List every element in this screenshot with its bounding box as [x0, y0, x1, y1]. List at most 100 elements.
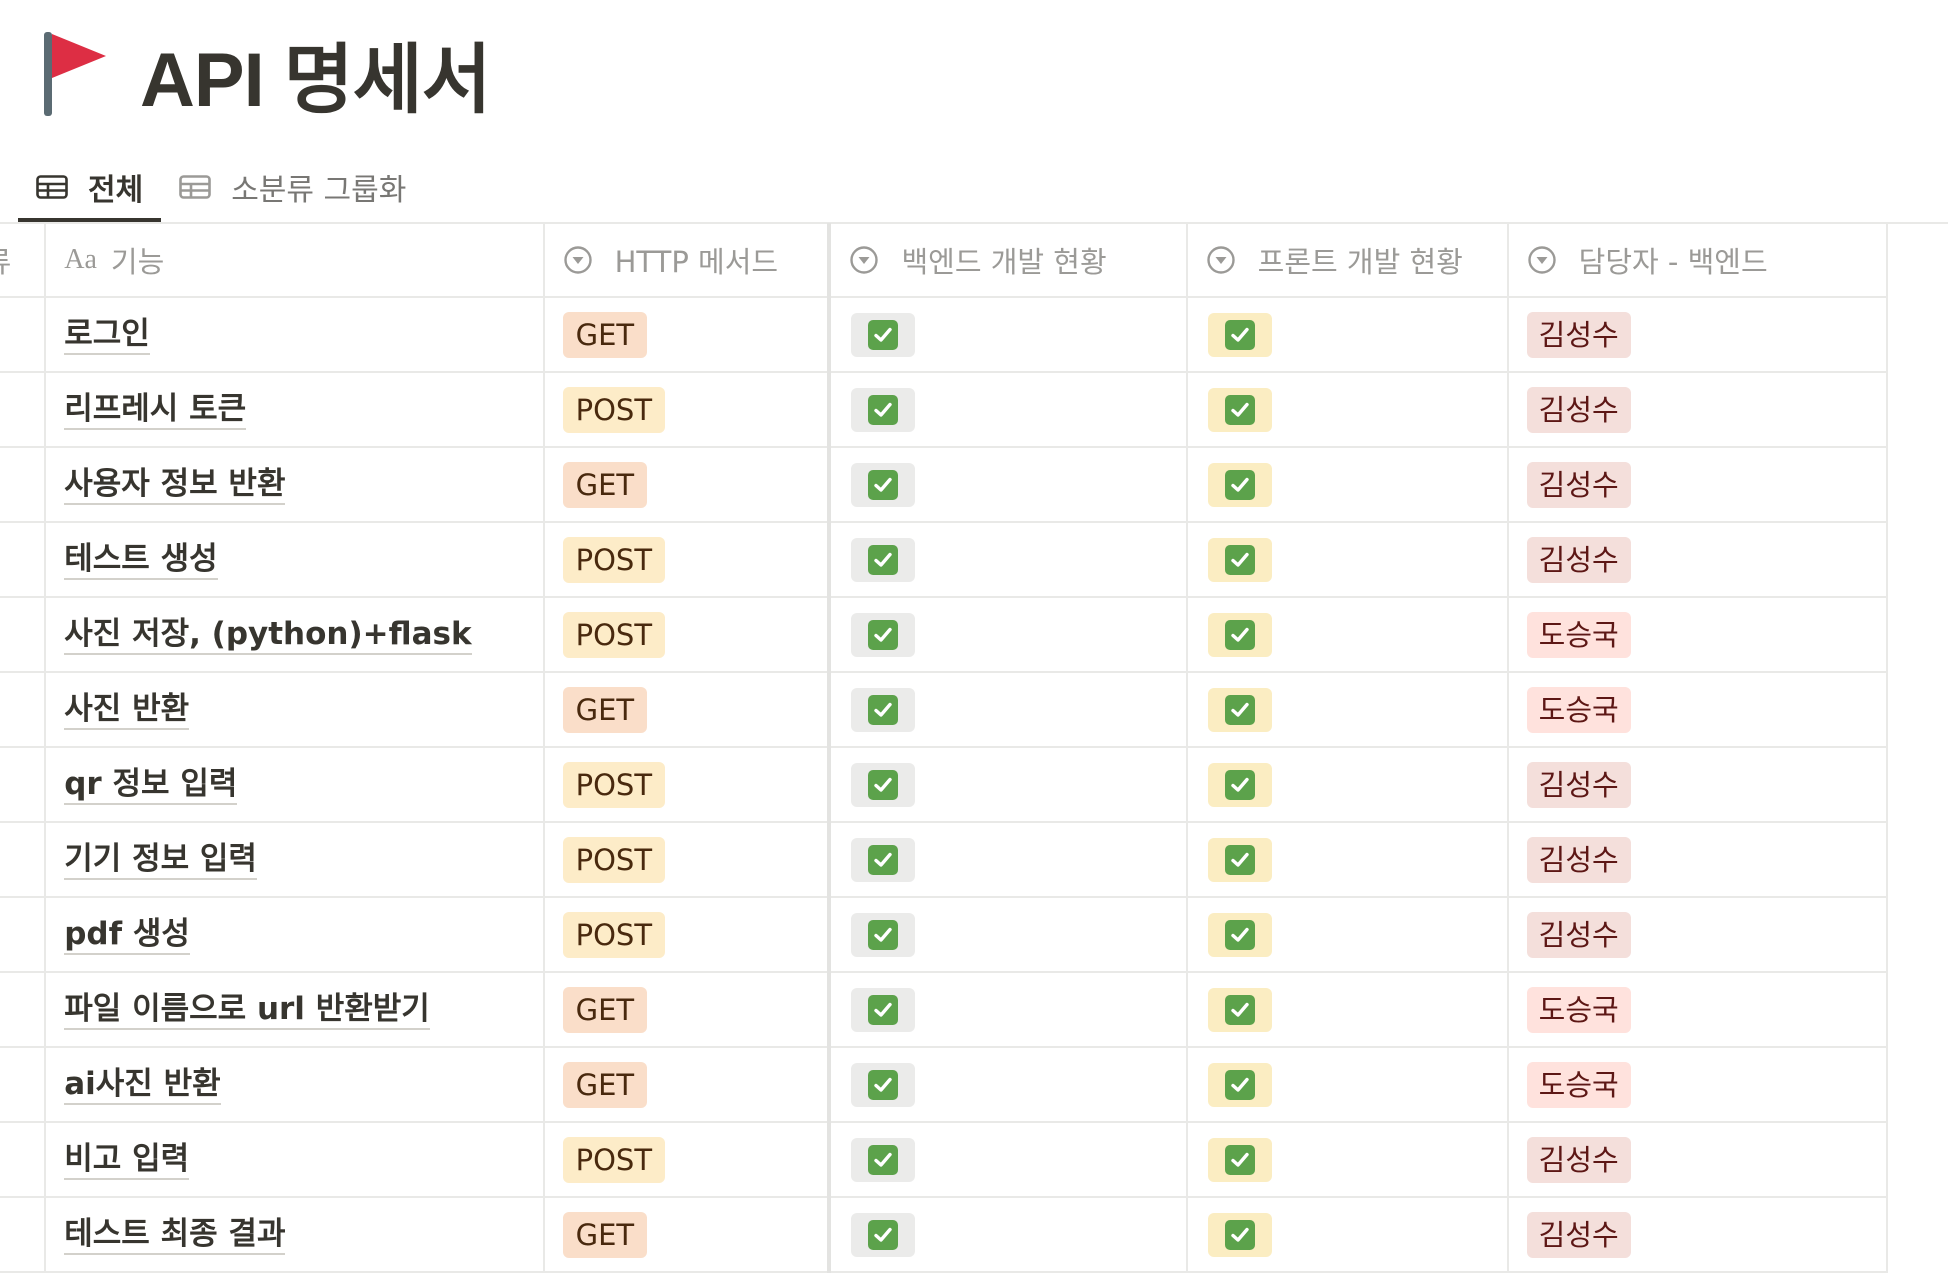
cell-method[interactable]: POST [543, 1122, 832, 1198]
cell-method[interactable]: POST [543, 897, 832, 973]
cell-method[interactable]: POST [543, 522, 832, 598]
table-row[interactable]: pdf 생성 POST 김성수 [0, 897, 1889, 973]
cell-frontend-status[interactable] [1186, 297, 1509, 373]
row-name-link[interactable]: 로그인 [64, 315, 150, 355]
cell-frontend-status[interactable] [1186, 972, 1509, 1048]
table-row[interactable]: 사진 반환 GET 도승국 [0, 672, 1889, 748]
cell-category[interactable] [0, 897, 47, 973]
cell-name[interactable]: ai사진 반환 [45, 1047, 545, 1123]
table-row[interactable]: ai사진 반환 GET 도승국 [0, 1047, 1889, 1123]
cell-frontend-status[interactable] [1186, 522, 1509, 598]
header-backend-status[interactable]: 백엔드 개발 현황 [829, 223, 1188, 298]
cell-owner[interactable]: 김성수 [1507, 747, 1889, 823]
cell-owner[interactable]: 김성수 [1507, 1122, 1889, 1198]
cell-category[interactable] [0, 372, 47, 448]
cell-category[interactable] [0, 1047, 47, 1123]
header-name[interactable]: Aa 기능 [45, 223, 545, 298]
cell-name[interactable]: 리프레시 토큰 [45, 372, 545, 448]
cell-owner[interactable]: 도승국 [1507, 1047, 1889, 1123]
cell-frontend-status[interactable] [1186, 897, 1509, 973]
cell-category[interactable] [0, 522, 47, 598]
cell-method[interactable]: POST [543, 747, 832, 823]
row-name-link[interactable]: 파일 이름으로 url 반환받기 [64, 990, 430, 1030]
cell-name[interactable]: 기기 정보 입력 [45, 822, 545, 898]
cell-category[interactable] [0, 747, 47, 823]
table-row[interactable]: 기기 정보 입력 POST 김성수 [0, 822, 1889, 898]
cell-owner[interactable]: 김성수 [1507, 447, 1889, 523]
page-title[interactable]: API 명세서 [140, 18, 492, 128]
cell-name[interactable]: 로그인 [45, 297, 545, 373]
cell-backend-status[interactable] [829, 297, 1188, 373]
table-row[interactable]: 로그인 GET 김성수 [0, 297, 1889, 373]
cell-category[interactable] [0, 447, 47, 523]
header-category[interactable]: 분류 [0, 223, 47, 298]
cell-category[interactable] [0, 822, 47, 898]
cell-name[interactable]: 테스트 최종 결과 [45, 1197, 545, 1273]
cell-method[interactable]: GET [543, 972, 832, 1048]
cell-method[interactable]: GET [543, 297, 832, 373]
cell-method[interactable]: POST [543, 597, 832, 673]
cell-category[interactable] [0, 297, 47, 373]
row-name-link[interactable]: 사진 저장, (python)+flask [64, 615, 472, 655]
row-name-link[interactable]: qr 정보 입력 [64, 765, 238, 805]
cell-owner[interactable]: 김성수 [1507, 297, 1889, 373]
table-row[interactable]: 리프레시 토큰 POST 김성수 [0, 372, 1889, 448]
cell-method[interactable]: GET [543, 447, 832, 523]
cell-method[interactable]: POST [543, 822, 832, 898]
cell-frontend-status[interactable] [1186, 672, 1509, 748]
cell-backend-status[interactable] [829, 447, 1188, 523]
table-row[interactable]: 사진 저장, (python)+flask POST 도승국 [0, 597, 1889, 673]
cell-category[interactable] [0, 597, 47, 673]
cell-backend-status[interactable] [829, 897, 1188, 973]
row-name-link[interactable]: 비고 입력 [64, 1140, 190, 1180]
cell-owner[interactable]: 도승국 [1507, 672, 1889, 748]
cell-frontend-status[interactable] [1186, 447, 1509, 523]
cell-backend-status[interactable] [829, 522, 1188, 598]
cell-category[interactable] [0, 1197, 47, 1273]
cell-frontend-status[interactable] [1186, 747, 1509, 823]
cell-backend-status[interactable] [829, 372, 1188, 448]
table-row[interactable]: 사용자 정보 반환 GET 김성수 [0, 447, 1889, 523]
cell-frontend-status[interactable] [1186, 1122, 1509, 1198]
cell-name[interactable]: qr 정보 입력 [45, 747, 545, 823]
cell-backend-status[interactable] [829, 597, 1188, 673]
cell-owner[interactable]: 김성수 [1507, 1197, 1889, 1273]
cell-owner[interactable]: 김성수 [1507, 522, 1889, 598]
row-name-link[interactable]: 사진 반환 [64, 690, 190, 730]
table-row[interactable]: qr 정보 입력 POST 김성수 [0, 747, 1889, 823]
cell-name[interactable]: 파일 이름으로 url 반환받기 [45, 972, 545, 1048]
cell-backend-status[interactable] [829, 972, 1188, 1048]
cell-name[interactable]: 사진 저장, (python)+flask [45, 597, 545, 673]
cell-backend-status[interactable] [829, 822, 1188, 898]
cell-backend-status[interactable] [829, 747, 1188, 823]
cell-backend-status[interactable] [829, 1122, 1188, 1198]
cell-owner[interactable]: 김성수 [1507, 822, 1889, 898]
row-name-link[interactable]: 테스트 최종 결과 [64, 1215, 286, 1255]
table-row[interactable]: 테스트 최종 결과 GET 김성수 [0, 1197, 1889, 1273]
cell-method[interactable]: GET [543, 672, 832, 748]
row-name-link[interactable]: pdf 생성 [64, 915, 190, 955]
header-frontend-status[interactable]: 프론트 개발 현황 [1186, 223, 1509, 298]
table-row[interactable]: 파일 이름으로 url 반환받기 GET 도승국 [0, 972, 1889, 1048]
row-name-link[interactable]: 사용자 정보 반환 [64, 465, 286, 505]
table-row[interactable]: 비고 입력 POST 김성수 [0, 1122, 1889, 1198]
cell-backend-status[interactable] [829, 672, 1188, 748]
cell-name[interactable]: pdf 생성 [45, 897, 545, 973]
cell-frontend-status[interactable] [1186, 1047, 1509, 1123]
cell-method[interactable]: GET [543, 1047, 832, 1123]
header-owner[interactable]: 담당자 - 백엔드 [1507, 223, 1889, 298]
cell-name[interactable]: 비고 입력 [45, 1122, 545, 1198]
tab-all[interactable]: 전체 [18, 152, 162, 222]
cell-owner[interactable]: 김성수 [1507, 897, 1889, 973]
cell-backend-status[interactable] [829, 1047, 1188, 1123]
cell-frontend-status[interactable] [1186, 822, 1509, 898]
cell-owner[interactable]: 도승국 [1507, 597, 1889, 673]
cell-category[interactable] [0, 672, 47, 748]
header-method[interactable]: HTTP 메서드 [543, 223, 832, 298]
cell-backend-status[interactable] [829, 1197, 1188, 1273]
cell-method[interactable]: POST [543, 372, 832, 448]
row-name-link[interactable]: 테스트 생성 [64, 540, 218, 580]
row-name-link[interactable]: 리프레시 토큰 [64, 390, 247, 430]
cell-method[interactable]: GET [543, 1197, 832, 1273]
cell-owner[interactable]: 김성수 [1507, 372, 1889, 448]
